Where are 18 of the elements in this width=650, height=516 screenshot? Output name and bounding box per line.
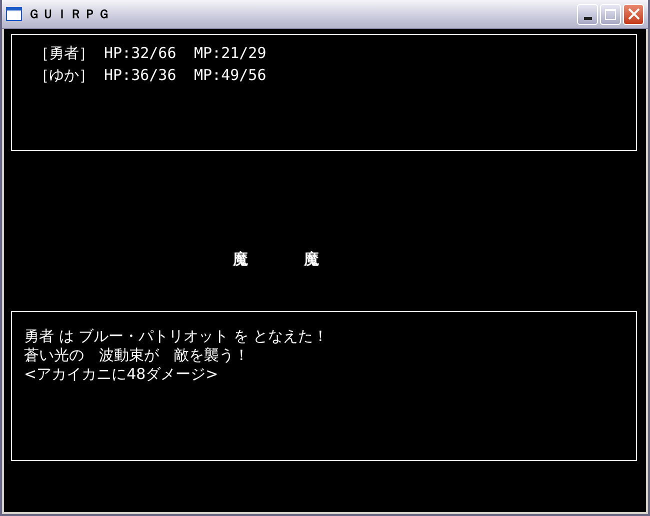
minimize-button[interactable] bbox=[577, 4, 598, 24]
window-title: ＧＵＩＲＰＧ bbox=[28, 6, 112, 22]
mp-value: MP:21/29 bbox=[194, 45, 266, 62]
character-name: ［勇者］ bbox=[34, 45, 95, 62]
window-icon bbox=[6, 7, 22, 21]
minimize-icon bbox=[584, 16, 592, 20]
maximize-icon bbox=[605, 8, 616, 20]
message-line: 勇者 は ブルー・パトリオット を となえた！ bbox=[24, 327, 330, 346]
enemy-glyph: 魔 bbox=[233, 250, 248, 268]
hp-value: HP:32/66 bbox=[104, 45, 178, 62]
message-line: <アカイカニに48ダメージ> bbox=[24, 365, 220, 384]
enemy-glyph: 魔 bbox=[304, 250, 319, 268]
mp-value: MP:49/56 bbox=[194, 67, 266, 84]
hp-value: HP:36/36 bbox=[104, 67, 178, 84]
message-line: 蒼い光の 波動束が 敵を襲う！ bbox=[24, 346, 250, 365]
close-button[interactable] bbox=[623, 4, 644, 24]
close-icon bbox=[628, 8, 640, 20]
character-name: ［ゆか］ bbox=[34, 67, 95, 84]
